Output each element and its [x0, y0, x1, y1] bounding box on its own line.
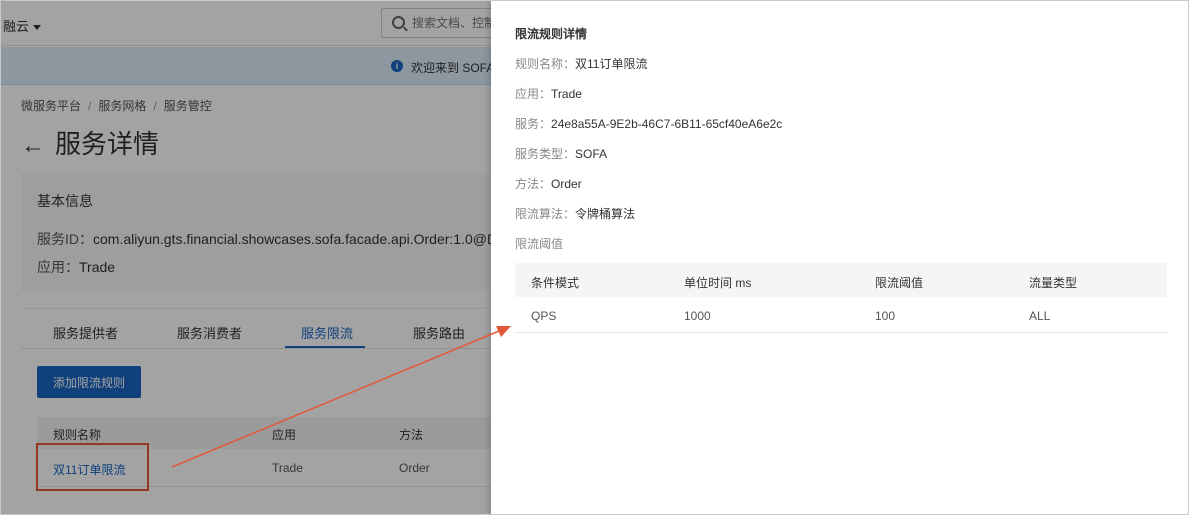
threshold-table: 条件模式 单位时间 ms 限流阈值 流量类型 QPS 1000 100 ALL: [515, 263, 1167, 333]
detail-value: SOFA: [575, 147, 608, 161]
detail-value: Trade: [551, 87, 582, 101]
threshold-cell: 100: [875, 309, 896, 323]
detail-value: 令牌桶算法: [575, 207, 636, 221]
detail-row-service: 服务：24e8a55A-9E2b-46C7-6B11-65cf40eA6e2c: [515, 115, 782, 132]
detail-row-algorithm: 限流算法：令牌桶算法: [515, 205, 635, 222]
column-header: 条件模式: [531, 276, 580, 290]
detail-label: 限流阈值: [515, 237, 564, 251]
table-row: QPS 1000 100 ALL: [515, 297, 1167, 333]
detail-label: 规则名称：: [515, 57, 576, 71]
mode-cell: QPS: [531, 309, 557, 323]
detail-row-app: 应用：Trade: [515, 85, 582, 102]
detail-value: 双11订单限流: [575, 57, 648, 71]
column-header: 单位时间 ms: [684, 276, 752, 290]
detail-label: 应用：: [515, 87, 552, 101]
rule-detail-drawer: 限流规则详情 规则名称：双11订单限流 应用：Trade 服务：24e8a55A…: [491, 1, 1188, 514]
detail-value: Order: [551, 177, 582, 191]
detail-label: 限流算法：: [515, 207, 576, 221]
detail-label: 服务类型：: [515, 147, 576, 161]
traffic-type-cell: ALL: [1029, 309, 1051, 323]
detail-value: 24e8a55A-9E2b-46C7-6B11-65cf40eA6e2c: [551, 117, 783, 131]
detail-row-threshold: 限流阈值: [515, 235, 563, 252]
unit-cell: 1000: [684, 309, 711, 323]
column-header: 流量类型: [1029, 276, 1078, 290]
detail-row-method: 方法：Order: [515, 175, 582, 192]
threshold-table-header: 条件模式 单位时间 ms 限流阈值 流量类型: [515, 263, 1167, 297]
detail-label: 方法：: [515, 177, 552, 191]
screenshot-frame: 融云 i 欢迎来到 SOFA 微服务平台/服务网格/服务管控 ←服务详情 基本信…: [0, 0, 1189, 515]
column-header: 限流阈值: [875, 276, 924, 290]
detail-row-service-type: 服务类型：SOFA: [515, 145, 607, 162]
detail-row-rule-name: 规则名称：双11订单限流: [515, 55, 647, 72]
drawer-title: 限流规则详情: [515, 27, 588, 41]
detail-label: 服务：: [515, 117, 552, 131]
